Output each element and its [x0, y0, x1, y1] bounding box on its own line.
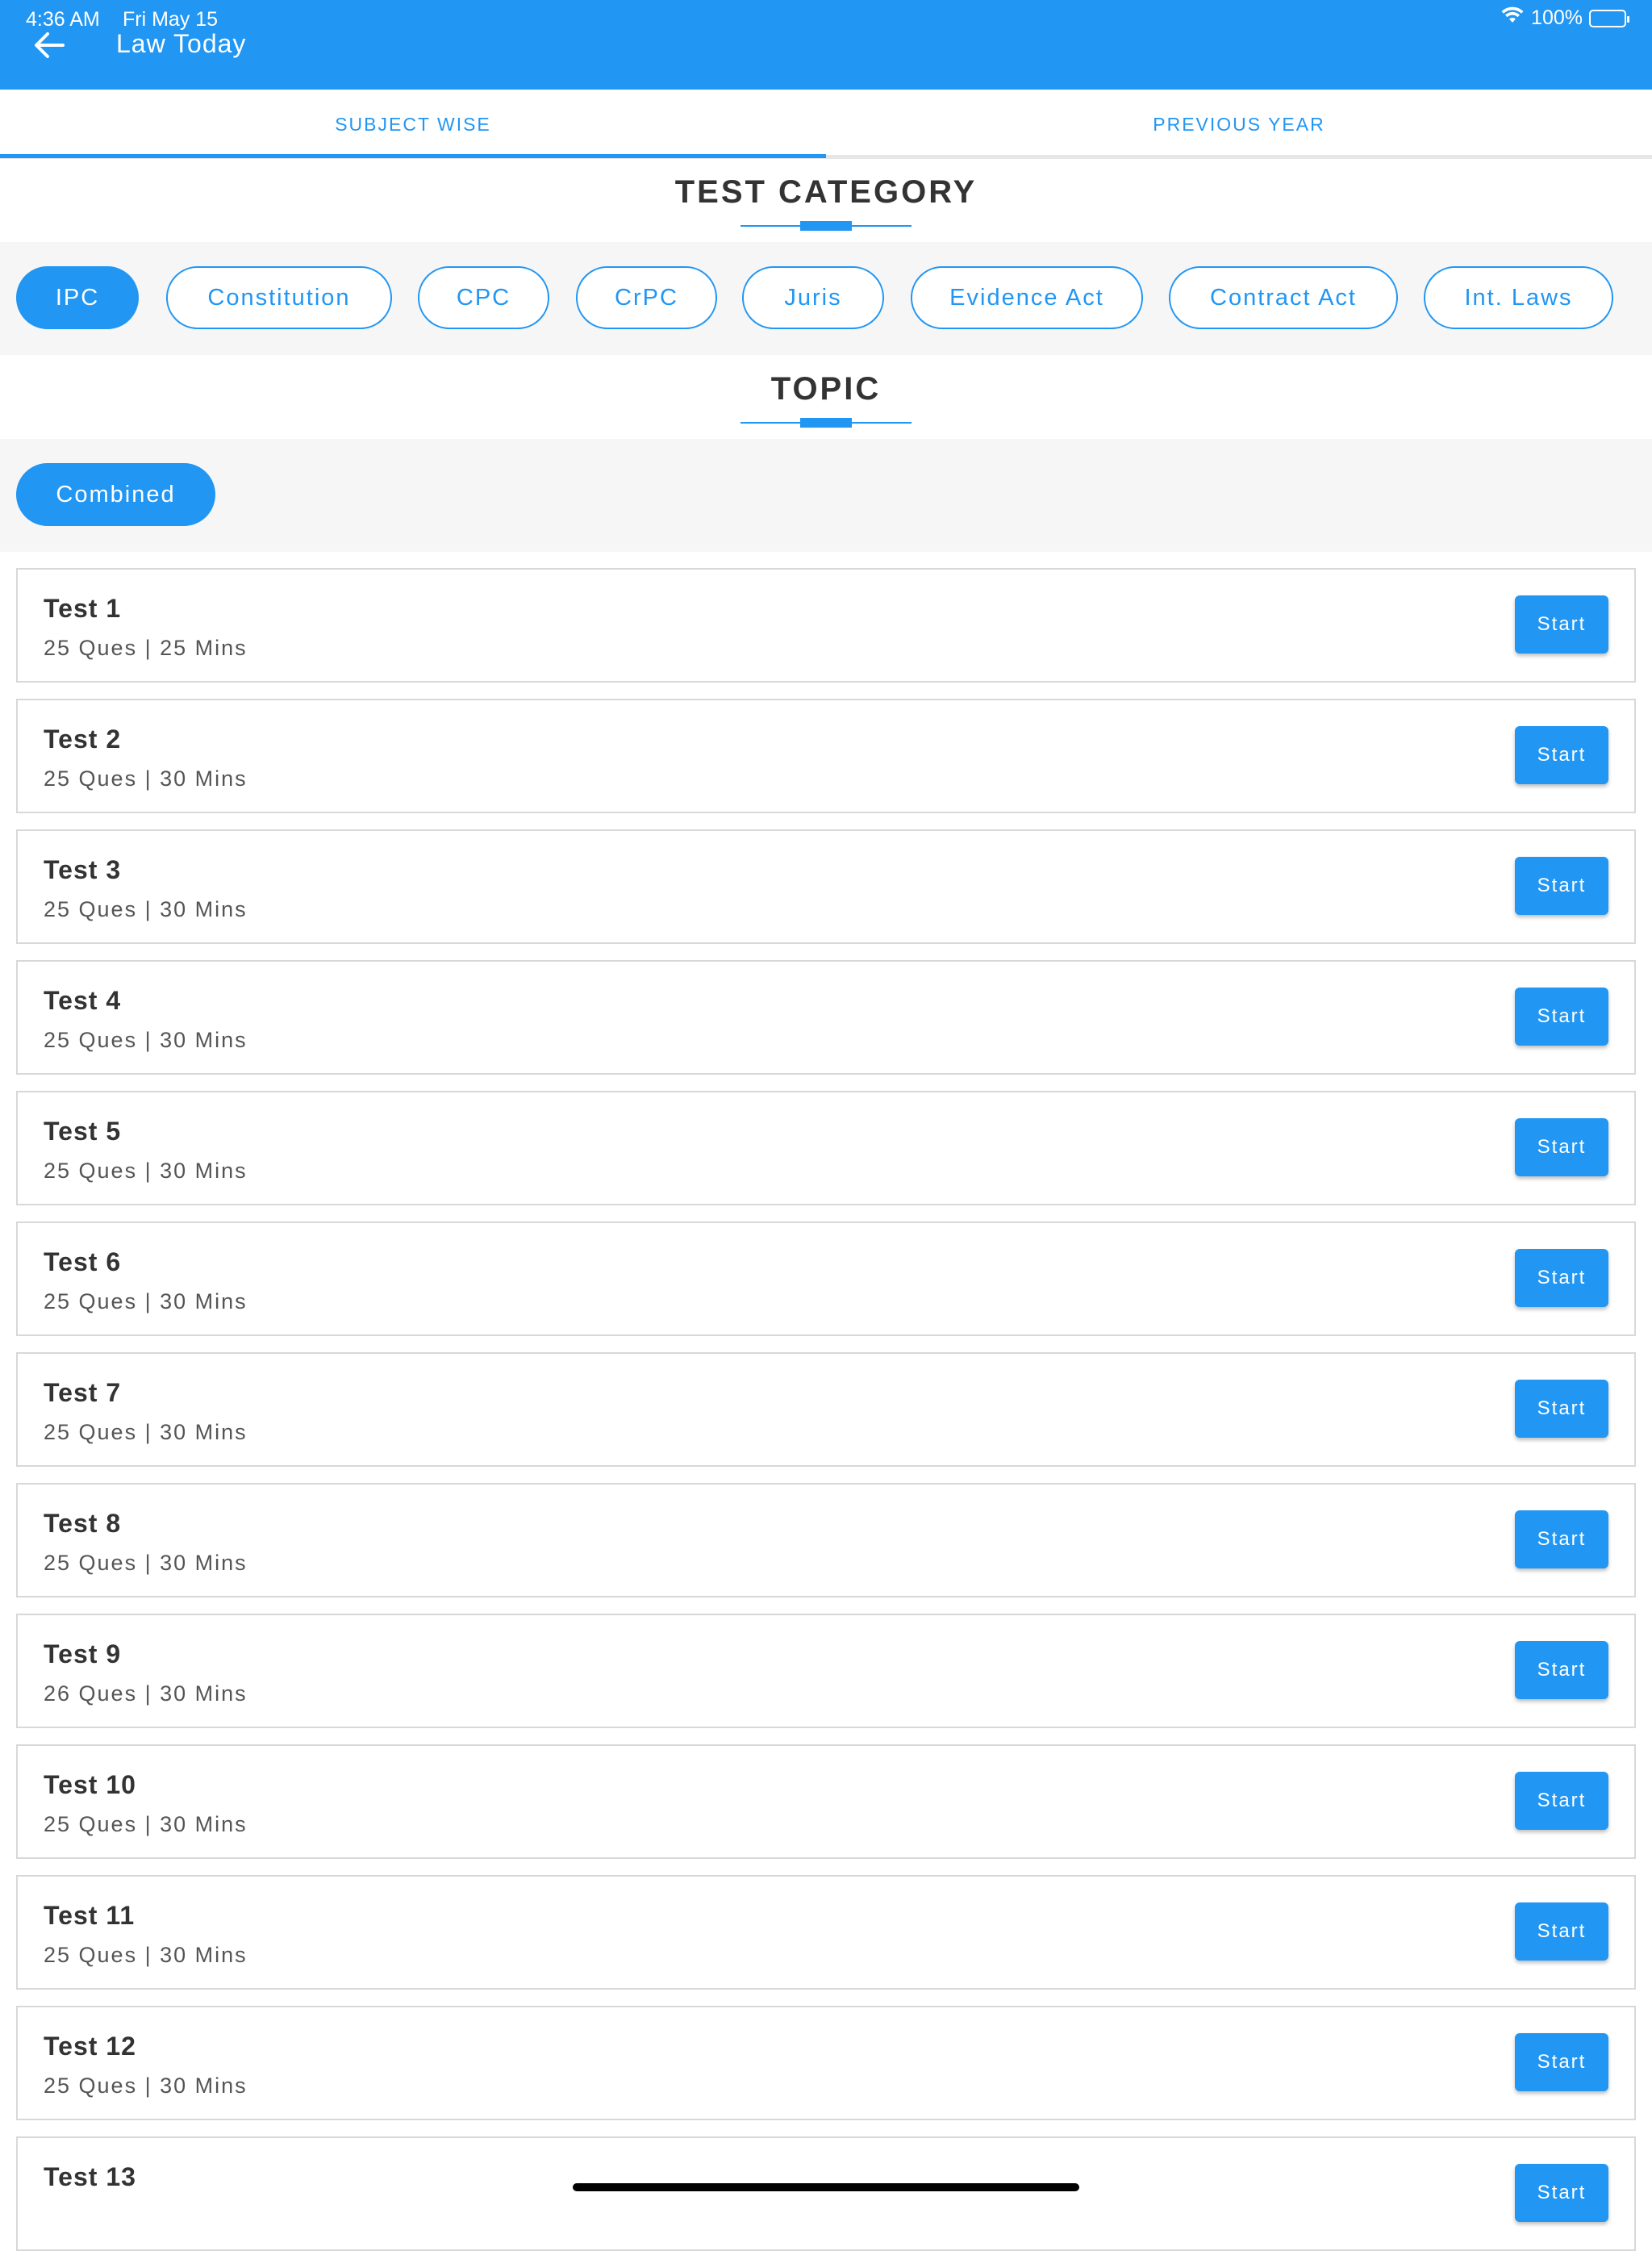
- start-button[interactable]: Start: [1515, 1772, 1608, 1830]
- start-button[interactable]: Start: [1515, 1641, 1608, 1699]
- test-card: Test 8 25 Ques | 30 Mins Start: [16, 1483, 1636, 1597]
- test-meta: 25 Ques | 30 Mins: [44, 1551, 248, 1575]
- test-title: Test 4: [44, 986, 122, 1015]
- test-title: Test 3: [44, 855, 122, 884]
- test-title: Test 5: [44, 1117, 122, 1146]
- start-button[interactable]: Start: [1515, 1380, 1608, 1438]
- start-button[interactable]: Start: [1515, 595, 1608, 654]
- test-meta: 25 Ques | 30 Mins: [44, 2074, 248, 2098]
- test-title: Test 7: [44, 1378, 122, 1407]
- start-button[interactable]: Start: [1515, 2164, 1608, 2222]
- test-card: Test 5 25 Ques | 30 Mins Start: [16, 1091, 1636, 1205]
- test-card: Test 12 25 Ques | 30 Mins Start: [16, 2006, 1636, 2120]
- test-card: Test 4 25 Ques | 30 Mins Start: [16, 960, 1636, 1075]
- test-title: Test 11: [44, 1901, 136, 1930]
- tab-indicator: [0, 154, 826, 158]
- category-chip-cpc[interactable]: CPC: [418, 266, 549, 329]
- home-indicator[interactable]: [573, 2183, 1079, 2191]
- test-card: Test 6 25 Ques | 30 Mins Start: [16, 1222, 1636, 1336]
- test-card: Test 7 25 Ques | 30 Mins Start: [16, 1352, 1636, 1467]
- test-meta: 26 Ques | 30 Mins: [44, 1681, 248, 1706]
- test-meta: 25 Ques | 30 Mins: [44, 1943, 248, 1967]
- status-date: Fri May 15: [123, 8, 219, 31]
- topic-chips-bar: Combined: [0, 439, 1652, 552]
- wifi-icon: [1500, 6, 1525, 30]
- topic-chip-combined[interactable]: Combined: [16, 463, 215, 526]
- tab-subject-wise[interactable]: SUBJECT WISE: [0, 90, 826, 159]
- start-button[interactable]: Start: [1515, 2033, 1608, 2091]
- test-meta: 25 Ques | 30 Mins: [44, 1289, 248, 1313]
- app-bar: 4:36 AM Fri May 15 100% Law Today: [0, 0, 1652, 90]
- test-meta: 25 Ques | 30 Mins: [44, 897, 248, 921]
- test-card: Test 1 25 Ques | 25 Mins Start: [16, 568, 1636, 683]
- battery-icon: [1589, 9, 1629, 27]
- back-button[interactable]: [29, 27, 69, 63]
- battery-percent: 100%: [1531, 6, 1583, 29]
- category-chip-ipc[interactable]: IPC: [16, 266, 139, 329]
- test-card: Test 3 25 Ques | 30 Mins Start: [16, 829, 1636, 944]
- category-chip-crpc[interactable]: CrPC: [576, 266, 717, 329]
- test-meta: 25 Ques | 25 Mins: [44, 636, 248, 660]
- category-chip-constitution[interactable]: Constitution: [166, 266, 392, 329]
- tab-bar: SUBJECT WISE PREVIOUS YEAR: [0, 90, 1652, 159]
- test-title: Test 9: [44, 1639, 122, 1668]
- topic-underline: [740, 418, 912, 428]
- tab-previous-year[interactable]: PREVIOUS YEAR: [826, 90, 1652, 159]
- status-indicators: 100%: [1500, 6, 1629, 30]
- test-meta: 25 Ques | 30 Mins: [44, 1028, 248, 1052]
- test-meta: 25 Ques | 30 Mins: [44, 1812, 248, 1836]
- test-title: Test 12: [44, 2032, 136, 2061]
- test-card: Test 13 Start: [16, 2136, 1636, 2251]
- category-chip-juris[interactable]: Juris: [742, 266, 884, 329]
- topic-title: TOPIC: [770, 371, 882, 407]
- start-button[interactable]: Start: [1515, 857, 1608, 915]
- category-chip-int-laws[interactable]: Int. Laws: [1424, 266, 1613, 329]
- test-title: Test 1: [44, 594, 122, 623]
- test-title: Test 8: [44, 1509, 122, 1538]
- page-title: Law Today: [116, 29, 247, 58]
- test-category-underline: [740, 221, 912, 231]
- start-button[interactable]: Start: [1515, 1249, 1608, 1307]
- start-button[interactable]: Start: [1515, 988, 1608, 1046]
- test-card: Test 10 25 Ques | 30 Mins Start: [16, 1744, 1636, 1859]
- arrow-left-icon: [35, 32, 65, 58]
- test-meta: 25 Ques | 30 Mins: [44, 1420, 248, 1444]
- start-button[interactable]: Start: [1515, 1118, 1608, 1176]
- test-title: Test 13: [44, 2162, 136, 2191]
- category-chip-contract-act[interactable]: Contract Act: [1169, 266, 1398, 329]
- test-title: Test 6: [44, 1247, 122, 1276]
- test-card: Test 9 26 Ques | 30 Mins Start: [16, 1614, 1636, 1728]
- start-button[interactable]: Start: [1515, 1510, 1608, 1568]
- start-button[interactable]: Start: [1515, 726, 1608, 784]
- test-meta: 25 Ques | 30 Mins: [44, 766, 248, 791]
- test-card: Test 11 25 Ques | 30 Mins Start: [16, 1875, 1636, 1990]
- test-title: Test 2: [44, 725, 122, 754]
- category-chip-evidence-act[interactable]: Evidence Act: [911, 266, 1143, 329]
- category-chips-bar: IPC Constitution CPC CrPC Juris Evidence…: [0, 242, 1652, 355]
- test-card: Test 2 25 Ques | 30 Mins Start: [16, 699, 1636, 813]
- start-button[interactable]: Start: [1515, 1902, 1608, 1961]
- test-category-title: TEST CATEGORY: [674, 174, 978, 210]
- test-title: Test 10: [44, 1770, 136, 1799]
- test-meta: 25 Ques | 30 Mins: [44, 1159, 248, 1183]
